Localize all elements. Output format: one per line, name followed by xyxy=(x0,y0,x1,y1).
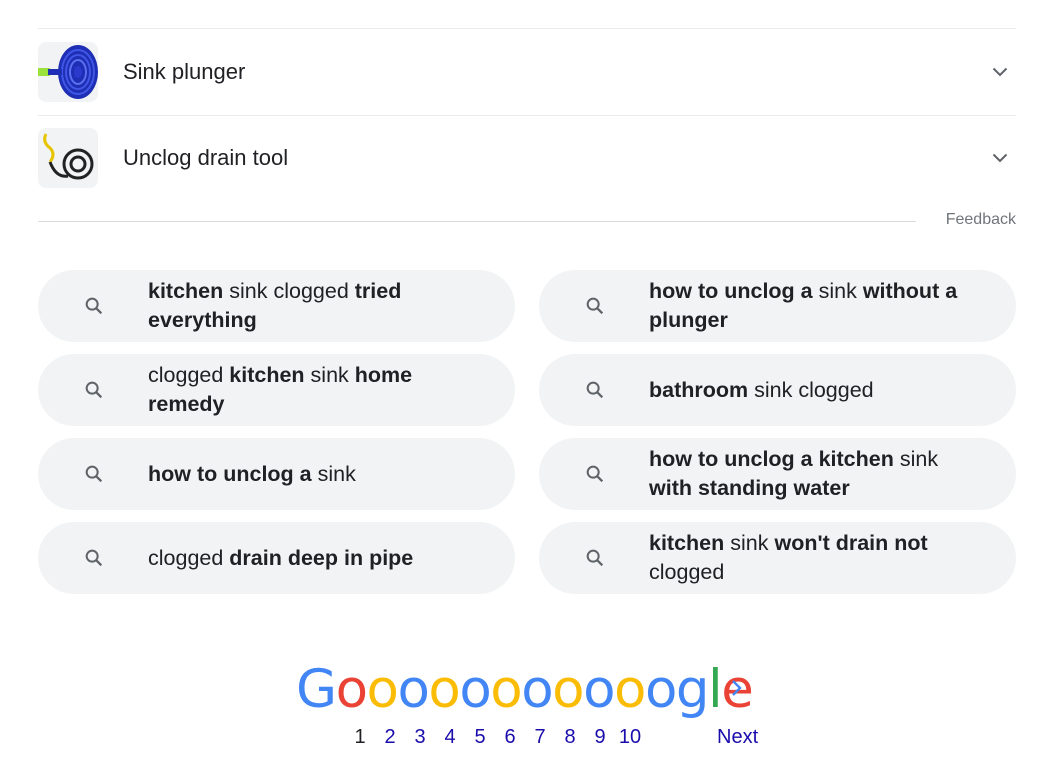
related-search-text: clogged kitchen sink home remedy xyxy=(148,361,515,419)
page-number-link[interactable]: 5 xyxy=(465,726,495,749)
query-text: sink xyxy=(311,461,356,486)
search-icon xyxy=(82,294,106,318)
logo-letter[interactable]: o xyxy=(428,660,460,720)
related-search-text: how to unclog a sink xyxy=(148,460,390,489)
query-text: sink clogged xyxy=(748,377,874,402)
related-search-chip[interactable]: how to unclog a kitchen sink with standi… xyxy=(539,438,1016,510)
logo-letter[interactable]: o xyxy=(583,660,615,720)
search-icon xyxy=(583,462,607,486)
logo-letter[interactable]: o xyxy=(645,660,677,720)
related-search-chip[interactable]: clogged drain deep in pipe xyxy=(38,522,515,594)
related-search-chip[interactable]: how to unclog a sink without a plunger xyxy=(539,270,1016,342)
related-search-text: how to unclog a kitchen sink with standi… xyxy=(649,445,1016,503)
logo-letter[interactable]: o xyxy=(336,660,368,720)
related-search-text: kitchen sink won't drain not clogged xyxy=(649,529,1016,587)
divider xyxy=(38,221,916,222)
logo-letter[interactable]: o xyxy=(614,660,646,720)
related-search-text: bathroom sink clogged xyxy=(649,376,908,405)
related-search-text: how to unclog a sink without a plunger xyxy=(649,277,1016,335)
related-search-text: clogged drain deep in pipe xyxy=(148,544,447,573)
accordion-label: Sink plunger xyxy=(123,59,246,84)
related-search-chip[interactable]: clogged kitchen sink home remedy xyxy=(38,354,515,426)
query-text: clogged xyxy=(649,560,725,584)
page-number-link[interactable]: 3 xyxy=(405,726,435,749)
query-bold-text: how to unclog a kitchen xyxy=(649,447,894,471)
logo-letter[interactable]: o xyxy=(552,660,584,720)
chevron-right-icon[interactable] xyxy=(727,676,747,700)
google-logo: Gooooooooooogle xyxy=(296,659,754,720)
page-number-link[interactable]: 10 xyxy=(615,726,645,749)
logo-letter[interactable]: o xyxy=(397,660,429,720)
page-number-link: 1 xyxy=(354,726,366,748)
page-number-link[interactable]: 4 xyxy=(435,726,465,749)
pagination: Gooooooooooogle 1 2 3 4 5 6 7 8 9 10 Next xyxy=(0,660,1058,778)
query-text: sink clogged xyxy=(223,279,355,303)
query-bold-text: with standing water xyxy=(649,476,850,500)
query-bold-text: kitchen xyxy=(649,531,725,555)
search-icon xyxy=(583,378,607,402)
page-numbers: 1 2 3 4 5 6 7 8 9 10 xyxy=(345,726,645,749)
related-search-chip[interactable]: kitchen sink won't drain not clogged xyxy=(539,522,1016,594)
query-bold-text: bathroom xyxy=(649,377,749,402)
query-text: sink xyxy=(893,447,939,471)
related-search-chip[interactable]: how to unclog a sink xyxy=(38,438,515,510)
related-search-chip[interactable]: kitchen sink clogged tried everything xyxy=(38,270,515,342)
related-search-text: kitchen sink clogged tried everything xyxy=(148,277,515,335)
page-number-link[interactable]: 9 xyxy=(585,726,615,749)
search-icon xyxy=(583,546,607,570)
logo-letter[interactable]: o xyxy=(490,660,522,720)
accordion-label: Unclog drain tool xyxy=(123,145,289,170)
logo-letter: l xyxy=(708,659,723,720)
search-icon xyxy=(82,546,106,570)
drain-snake-thumbnail xyxy=(38,128,98,188)
query-bold-text: won't drain not xyxy=(774,531,928,555)
page-number-link[interactable]: 2 xyxy=(375,726,405,749)
accordion-item-sink-plunger[interactable]: Sink plunger xyxy=(38,29,1016,116)
query-text: sink xyxy=(304,363,355,387)
accordion-item-unclog-drain-tool[interactable]: Unclog drain tool xyxy=(38,115,1016,201)
query-bold-text: how to unclog a xyxy=(649,279,813,303)
logo-letter[interactable]: o xyxy=(459,660,491,720)
query-text: sink xyxy=(724,531,775,555)
query-text: clogged xyxy=(148,363,230,387)
search-icon xyxy=(82,462,106,486)
logo-letter[interactable]: o xyxy=(521,660,553,720)
chevron-down-icon[interactable] xyxy=(988,60,1012,84)
query-text: sink xyxy=(812,279,863,303)
chevron-down-icon[interactable] xyxy=(988,146,1012,170)
feedback-link[interactable]: Feedback xyxy=(946,211,1016,229)
logo-letter[interactable]: o xyxy=(367,660,399,720)
search-icon xyxy=(82,378,106,402)
query-bold-text: drain deep in pipe xyxy=(229,545,414,570)
related-search-chip[interactable]: bathroom sink clogged xyxy=(539,354,1016,426)
logo-letter: G xyxy=(296,659,337,720)
page-number-link[interactable]: 6 xyxy=(495,726,525,749)
feedback-row: Feedback xyxy=(38,207,1016,235)
next-page-link[interactable]: Next xyxy=(717,726,758,749)
page-number-link[interactable]: 8 xyxy=(555,726,585,749)
search-icon xyxy=(583,294,607,318)
page-number-link[interactable]: 7 xyxy=(525,726,555,749)
logo-letter: g xyxy=(675,659,710,720)
query-text: clogged xyxy=(148,545,230,570)
plunger-thumbnail xyxy=(38,42,98,102)
query-bold-text: kitchen xyxy=(148,279,224,303)
query-bold-text: kitchen xyxy=(229,363,305,387)
query-bold-text: how to unclog a xyxy=(148,461,312,486)
